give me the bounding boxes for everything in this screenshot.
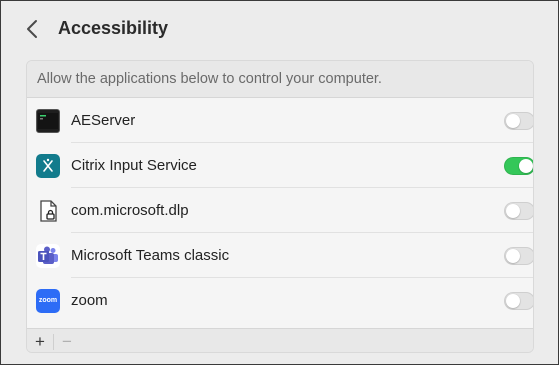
list-item-citrix[interactable]: Citrix Input Service xyxy=(27,143,533,188)
citrix-icon xyxy=(36,153,60,178)
teams-toggle[interactable] xyxy=(504,246,533,265)
zoom-toggle[interactable] xyxy=(504,291,533,310)
add-button[interactable]: + xyxy=(30,332,50,352)
footer-divider xyxy=(53,334,54,350)
citrix-toggle[interactable] xyxy=(504,156,533,175)
terminal-icon xyxy=(36,108,60,133)
toggle-knob xyxy=(506,248,520,263)
zoom-logo-text: zoom xyxy=(38,297,58,304)
app-name: com.microsoft.dlp xyxy=(71,202,189,219)
toggle-knob xyxy=(506,203,520,218)
list-item-microsoft-dlp[interactable]: com.microsoft.dlp xyxy=(27,188,533,233)
app-name: AEServer xyxy=(71,112,136,129)
app-name: zoom xyxy=(71,292,108,309)
settings-window: Accessibility Allow the applications bel… xyxy=(0,0,559,365)
document-lock-icon xyxy=(36,199,60,223)
list-footer: + − xyxy=(27,328,533,352)
toggle-knob xyxy=(506,293,520,308)
chevron-left-icon xyxy=(27,20,37,38)
teams-icon xyxy=(36,243,60,268)
app-name: Microsoft Teams classic xyxy=(71,247,230,264)
app-list-panel: Allow the applications below to control … xyxy=(26,60,534,353)
list-item-aeserver[interactable]: AEServer xyxy=(27,98,533,143)
microsoft-dlp-toggle[interactable] xyxy=(504,201,533,220)
page-title: Accessibility xyxy=(58,18,169,38)
list-item-teams[interactable]: Microsoft Teams classic xyxy=(27,233,533,278)
back-button[interactable] xyxy=(21,17,43,41)
zoom-icon: zoom xyxy=(36,288,60,313)
remove-button[interactable]: − xyxy=(57,332,77,352)
toggle-knob xyxy=(506,113,520,128)
panel-description: Allow the applications below to control … xyxy=(27,61,533,98)
aeserver-toggle[interactable] xyxy=(504,111,533,130)
toggle-knob xyxy=(519,158,533,173)
list-item-zoom[interactable]: zoom zoom xyxy=(27,278,533,323)
app-name: Citrix Input Service xyxy=(71,157,197,174)
header: Accessibility xyxy=(1,1,558,57)
